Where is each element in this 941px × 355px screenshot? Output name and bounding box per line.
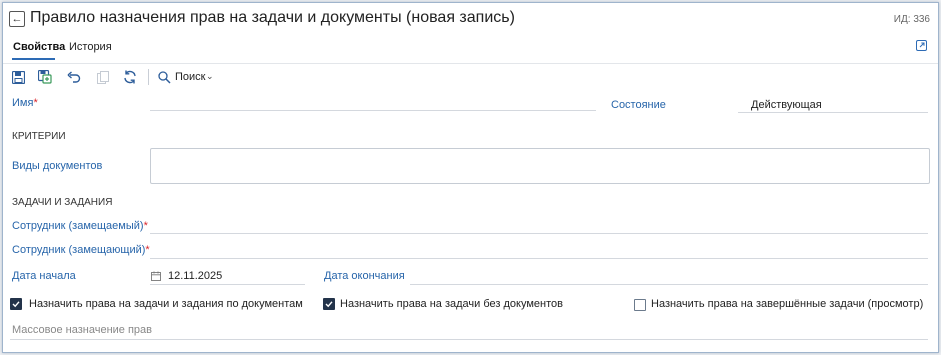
- name-label: Имя*: [12, 97, 38, 109]
- copy-icon: [95, 69, 111, 85]
- page-title: Правило назначения прав на задачи и доку…: [30, 9, 515, 26]
- checkbox-label-doc-tasks[interactable]: Назначить права на задачи и задания по д…: [29, 298, 303, 310]
- doc-types-label: Виды документов: [12, 160, 103, 172]
- start-date-input[interactable]: [150, 284, 305, 285]
- replacing-employee-input[interactable]: [150, 258, 928, 259]
- tabs-divider: [3, 63, 938, 64]
- mass-assign-underline: [10, 339, 928, 340]
- start-date-label: Дата начала: [12, 270, 76, 282]
- undo-icon[interactable]: [66, 69, 82, 85]
- state-field-underline: [738, 112, 928, 113]
- toolbar-separator: [148, 69, 149, 85]
- end-date-input[interactable]: [410, 284, 928, 285]
- criteria-section-title: КРИТЕРИИ: [12, 131, 66, 142]
- start-date-value[interactable]: 12.11.2025: [168, 270, 222, 282]
- active-tab-indicator: [12, 58, 55, 60]
- tab-properties[interactable]: Свойства: [13, 41, 65, 53]
- tasks-section-title: ЗАДАЧИ И ЗАДАНИЯ: [12, 197, 113, 208]
- back-icon[interactable]: ←: [9, 11, 25, 27]
- checkbox-label-completed-tasks[interactable]: Назначить права на завершённые задачи (п…: [651, 298, 923, 310]
- checkbox-rights-completed-tasks[interactable]: [634, 299, 646, 311]
- replacing-employee-label: Сотрудник (замещающий)*: [12, 244, 150, 256]
- doc-types-input[interactable]: [150, 148, 930, 184]
- save-icon[interactable]: [10, 69, 26, 85]
- replaced-employee-label: Сотрудник (замещаемый)*: [12, 220, 148, 232]
- mass-assign-label[interactable]: Массовое назначение прав: [12, 324, 152, 336]
- open-in-new-window-icon[interactable]: [916, 40, 927, 51]
- record-id: ИД: 336: [893, 14, 930, 25]
- name-input[interactable]: [150, 110, 596, 111]
- refresh-icon[interactable]: [122, 69, 138, 85]
- dialog-window: ← Правило назначения прав на задачи и до…: [2, 2, 939, 353]
- calendar-icon[interactable]: [151, 271, 161, 281]
- checkbox-label-no-doc-tasks[interactable]: Назначить права на задачи без документов: [340, 298, 563, 310]
- tab-history[interactable]: История: [69, 41, 112, 53]
- search-button[interactable]: Поиск: [175, 71, 205, 83]
- search-icon[interactable]: [156, 69, 172, 85]
- save-copy-icon[interactable]: [37, 69, 53, 85]
- checkbox-rights-doc-tasks[interactable]: [10, 298, 22, 310]
- state-value[interactable]: Действующая: [751, 99, 822, 111]
- end-date-label: Дата окончания: [324, 270, 405, 282]
- checkbox-rights-no-doc-tasks[interactable]: [323, 298, 335, 310]
- replaced-employee-input[interactable]: [150, 233, 928, 234]
- state-label: Состояние: [611, 99, 666, 111]
- chevron-down-icon[interactable]: ⌄: [206, 71, 214, 82]
